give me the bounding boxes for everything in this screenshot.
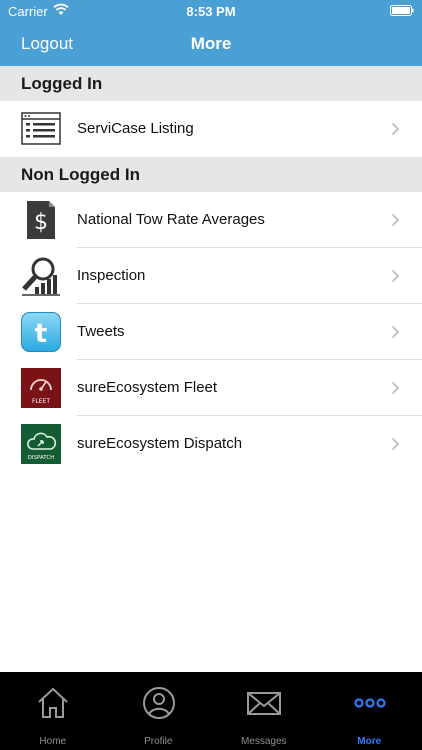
tab-label: Messages [240,736,287,747]
tab-profile[interactable]: Profile [106,672,212,750]
chevron-right-icon [391,325,400,339]
envelope-icon [247,692,281,715]
tab-more[interactable]: More [317,672,422,750]
dispatch-badge-text: DISPATCH [28,455,55,461]
fleet-gauge-icon: FLEET [21,368,61,408]
more-dots-icon [353,698,386,708]
listing-icon [21,112,61,145]
tab-messages[interactable]: Messages [211,672,317,750]
list-item-label: Tweets [77,323,125,340]
tab-home[interactable]: Home [0,672,106,750]
svg-text:$: $ [34,210,48,235]
chevron-right-icon [391,213,400,227]
status-time: 8:53 PM [186,4,236,19]
section-header-non-logged-in: Non Logged In [0,157,422,192]
page-title: More [190,34,232,53]
twitter-icon: t [21,312,61,352]
list-item-tweets[interactable]: t Tweets [0,304,422,360]
magnifier-chart-icon [22,257,60,296]
list-item-servicase-listing[interactable]: ServiCase Listing [0,101,422,157]
list-item-inspection[interactable]: Inspection [0,248,422,304]
dollar-document-icon: $ [27,201,55,239]
list-item-label: sureEcosystem Fleet [77,379,218,396]
battery-icon [390,5,414,16]
chevron-right-icon [391,122,400,136]
fleet-badge-text: FLEET [32,398,50,405]
more-list: Logged In ServiCase Listing Non Logged I… [0,66,422,472]
navigation-bar: Logout More [0,22,422,66]
list-item-sureecosystem-fleet[interactable]: FLEET sureEcosystem Fleet [0,360,422,416]
chevron-right-icon [391,381,400,395]
section-header-logged-in: Logged In [0,66,422,101]
chevron-right-icon [391,269,400,283]
list-item-label: Inspection [77,267,146,284]
list-item-label: National Tow Rate Averages [77,211,265,228]
status-bar: Carrier 8:53 PM [0,0,422,22]
chevron-right-icon [391,437,400,451]
tab-label: Profile [144,736,173,747]
tab-label: Home [39,736,67,747]
list-item-national-tow-rate-averages[interactable]: $ National Tow Rate Averages [0,192,422,248]
list-item-sureecosystem-dispatch[interactable]: DISPATCH sureEcosystem Dispatch [0,416,422,472]
list-item-label: ServiCase Listing [77,120,194,137]
list-item-label: sureEcosystem Dispatch [77,435,243,452]
home-icon [38,687,68,718]
svg-text:t: t [35,319,47,349]
tab-label: More [357,736,382,747]
profile-icon [142,687,175,719]
tab-bar: Home Profile Messages More [0,672,422,750]
dispatch-cloud-icon: DISPATCH [21,424,61,464]
